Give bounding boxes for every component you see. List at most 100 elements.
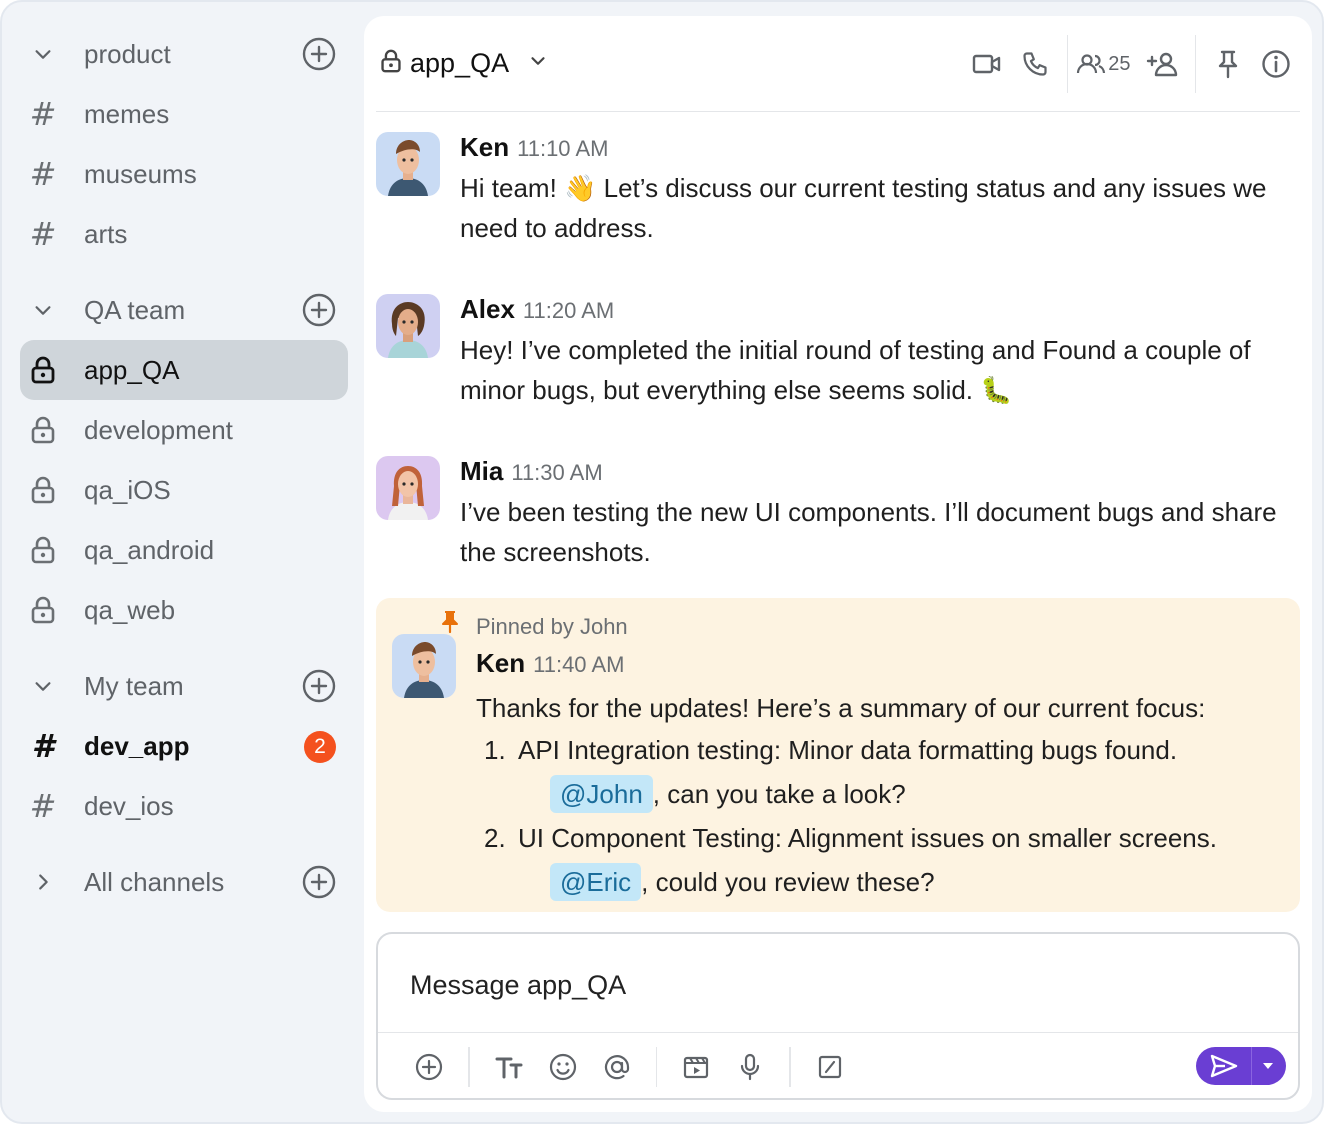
hash-icon: # <box>29 95 57 133</box>
author-name[interactable]: Ken <box>476 648 525 679</box>
emoji-icon[interactable] <box>540 1044 586 1090</box>
pinned-message: Pinned by John Ken 11:40 AM Thanks for t… <box>376 598 1300 912</box>
timestamp: 11:20 AM <box>522 298 615 323</box>
pin-icon[interactable] <box>1204 40 1252 88</box>
divider <box>1066 35 1069 93</box>
sidebar-item-label: qa_android <box>84 534 215 565</box>
timestamp: 11:10 AM <box>517 136 609 161</box>
sidebar-item-label: museums <box>84 158 197 189</box>
avatar[interactable] <box>376 132 440 196</box>
message-input[interactable]: Message app_QA <box>410 970 626 1001</box>
send-icon[interactable] <box>1196 1047 1252 1085</box>
hash-icon: # <box>29 155 57 193</box>
sidebar-item-development[interactable]: development <box>20 400 348 460</box>
send-options-caret-icon[interactable] <box>1252 1047 1284 1085</box>
hash-icon: # <box>29 787 57 825</box>
members-icon[interactable]: 25 <box>1076 40 1138 88</box>
avatar[interactable] <box>376 294 440 358</box>
hash-icon: # <box>31 727 55 765</box>
member-count: 25 <box>1108 52 1131 75</box>
mention-eric[interactable]: @Eric <box>550 863 642 901</box>
unread-badge: 2 <box>304 731 336 763</box>
lock-icon <box>380 49 402 78</box>
sidebar-item-label: development <box>84 414 233 445</box>
sidebar-item-label: arts <box>84 218 128 249</box>
list-item: 2. UI Component Testing: Alignment issue… <box>476 816 1290 904</box>
video-icon[interactable] <box>963 40 1011 88</box>
composer-toolbar <box>378 1032 1298 1100</box>
chevron-down-icon[interactable] <box>527 50 549 77</box>
add-attachment-icon[interactable] <box>406 1044 452 1090</box>
add-channel-icon[interactable] <box>302 293 336 327</box>
sidebar-item-museums[interactable]: # museums <box>20 144 348 204</box>
author-name[interactable]: Mia <box>460 456 503 487</box>
lock-icon <box>20 596 66 624</box>
group-label: All channels <box>84 866 225 897</box>
divider <box>468 1046 470 1087</box>
sidebar-item-label: app_QA <box>84 354 180 385</box>
sidebar-item-app-qa[interactable]: app_QA <box>20 340 348 400</box>
add-member-icon[interactable] <box>1139 40 1187 88</box>
divider <box>1194 35 1196 93</box>
chevron-down-icon <box>20 299 66 321</box>
phone-icon[interactable] <box>1011 40 1059 88</box>
text-format-icon[interactable] <box>486 1044 532 1090</box>
add-channel-icon[interactable] <box>302 865 336 899</box>
message-text: I’ve been testing the new UI components.… <box>460 497 1277 567</box>
avatar[interactable] <box>376 456 440 520</box>
sidebar-item-arts[interactable]: # arts <box>20 204 348 264</box>
sidebar-item-label: qa_iOS <box>84 474 171 505</box>
message-text: Thanks for the updates! Here’s a summary… <box>476 693 1206 723</box>
slash-command-icon[interactable] <box>807 1044 853 1090</box>
sidebar: product # memes # museums # arts QA team <box>2 2 362 1122</box>
sidebar-item-label: memes <box>84 98 170 129</box>
hash-icon: # <box>29 215 57 253</box>
timestamp: 11:30 AM <box>511 460 603 485</box>
mention-john[interactable]: @John <box>550 775 653 813</box>
sidebar-item-label: qa_web <box>84 594 176 625</box>
sidebar-item-qa-web[interactable]: qa_web <box>20 580 348 640</box>
group-label: QA team <box>84 294 186 325</box>
add-channel-icon[interactable] <box>302 37 336 71</box>
message-text: Hi team! 👋 Let’s discuss our current tes… <box>460 173 1267 243</box>
channel-name: app_QA <box>410 48 510 78</box>
list-item-followup: , can you take a look? <box>652 779 906 809</box>
send-button[interactable] <box>1196 1047 1286 1085</box>
group-label: My team <box>84 670 184 701</box>
divider <box>789 1046 791 1087</box>
lock-icon <box>20 416 66 444</box>
author-name[interactable]: Ken <box>460 132 509 163</box>
avatar[interactable] <box>392 634 456 698</box>
message-composer[interactable]: Message app_QA <box>376 932 1300 1100</box>
add-channel-icon[interactable] <box>302 669 336 703</box>
list-number: 2. <box>484 823 506 853</box>
sidebar-item-label: dev_app <box>84 730 190 761</box>
header-actions: 25 <box>963 16 1300 112</box>
list-item-text: API Integration testing: Minor data form… <box>518 735 1178 765</box>
sidebar-item-qa-ios[interactable]: qa_iOS <box>20 460 348 520</box>
channel-title-button[interactable]: app_QA <box>380 48 549 79</box>
group-label: product <box>84 38 171 69</box>
sidebar-item-dev-app[interactable]: # dev_app 2 <box>20 716 348 776</box>
lock-icon <box>20 536 66 564</box>
chevron-right-icon <box>20 871 66 893</box>
sidebar-item-qa-android[interactable]: qa_android <box>20 520 348 580</box>
microphone-icon[interactable] <box>727 1044 773 1090</box>
author-name[interactable]: Alex <box>460 294 515 325</box>
mention-icon[interactable] <box>594 1044 640 1090</box>
sidebar-item-dev-ios[interactable]: # dev_ios <box>20 776 348 836</box>
chevron-down-icon <box>20 43 66 65</box>
lock-icon <box>20 476 66 504</box>
info-icon[interactable] <box>1252 40 1300 88</box>
channel-header: app_QA 25 <box>376 16 1300 112</box>
group-header-product[interactable]: product <box>20 24 348 84</box>
group-header-qa-team[interactable]: QA team <box>20 280 348 340</box>
group-header-my-team[interactable]: My team <box>20 656 348 716</box>
lock-icon <box>20 356 66 384</box>
chat-app: product # memes # museums # arts QA team <box>0 0 1324 1124</box>
sidebar-item-memes[interactable]: # memes <box>20 84 348 144</box>
video-clip-icon[interactable] <box>673 1044 719 1090</box>
chevron-down-icon <box>20 675 66 697</box>
group-header-all-channels[interactable]: All channels <box>20 852 348 912</box>
timestamp: 11:40 AM <box>533 652 625 677</box>
